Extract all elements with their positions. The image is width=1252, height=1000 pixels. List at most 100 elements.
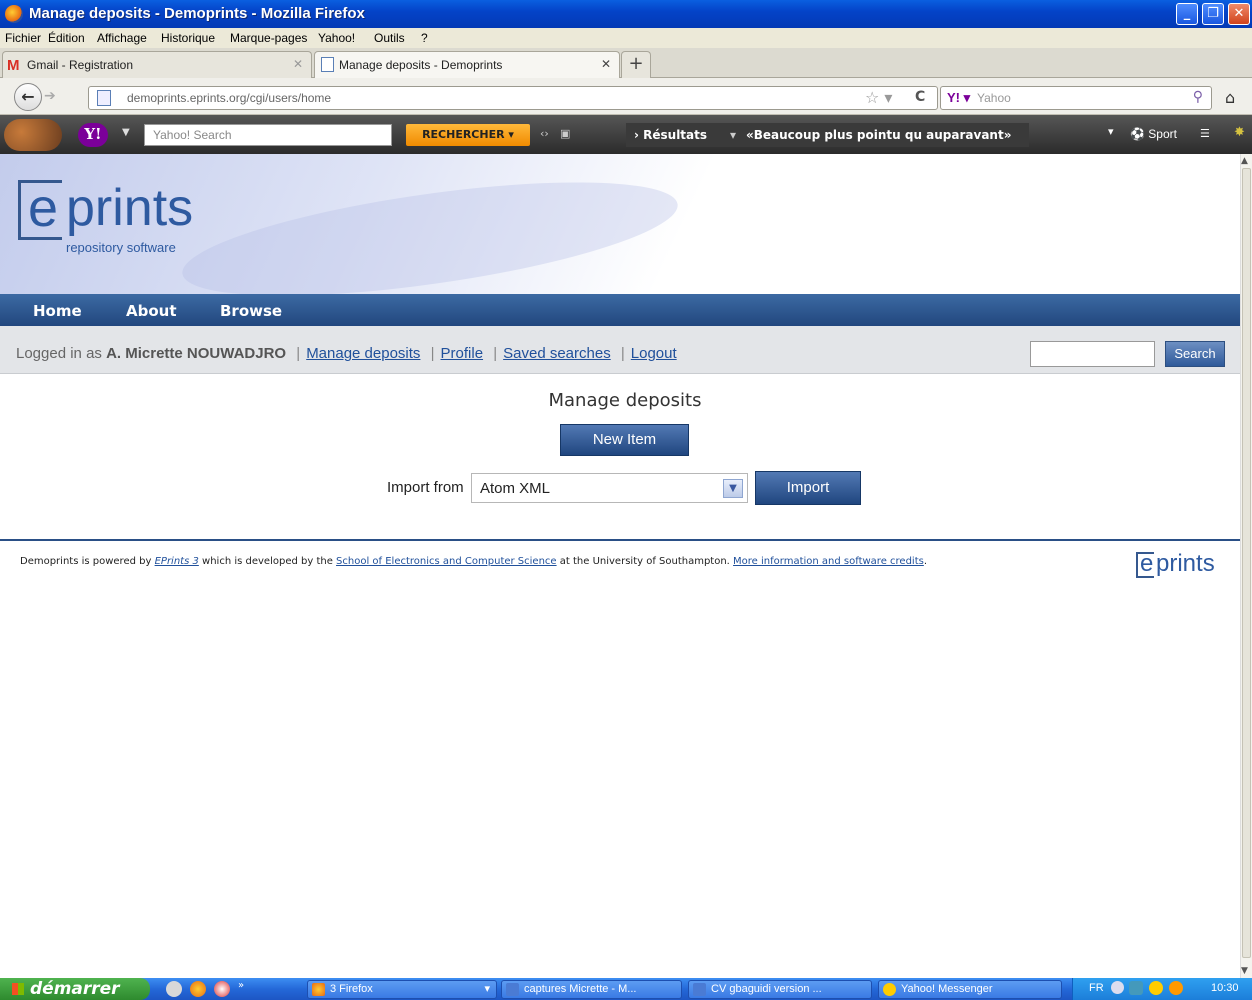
user-bar: Logged in as A. Micrette NOUWADJRO | Mana… [0,326,1240,374]
windows-flag-icon [12,983,24,995]
back-button[interactable]: ← [14,83,42,111]
chevron-down-icon[interactable]: ▾ [1108,125,1114,138]
start-button[interactable]: démarrer [0,978,150,1000]
logo-text: prints [1156,550,1215,577]
site-nav: Home About Browse [0,294,1240,326]
yahoo-icon[interactable]: Y! ▾ [947,90,970,106]
yahoo-logo-icon[interactable]: Y! [78,123,108,147]
credits-link[interactable]: More information and software credits [733,556,924,567]
sport-label[interactable]: ⚽ Sport [1130,127,1177,141]
scroll-down-icon[interactable]: ▼ [1241,966,1248,976]
language-indicator[interactable]: FR [1089,982,1104,994]
import-label: Import from [387,479,464,496]
logo-subtitle: repository software [66,240,176,255]
gmail-icon: M [7,57,20,74]
minimize-button[interactable]: _ [1176,3,1198,25]
footer-text-3: at the University of Southampton. [559,556,730,567]
link-profile[interactable]: Profile [441,345,484,362]
list-icon[interactable]: ☰ [1200,127,1210,140]
rechercher-button[interactable]: RECHERCHER ▾ [406,124,530,146]
network-icon[interactable] [1129,981,1143,995]
taskbar-label: CV gbaguidi version ... [711,983,822,995]
eprints-link[interactable]: EPrints 3 [155,556,199,567]
link-logout[interactable]: Logout [631,345,677,362]
arrows-icon[interactable]: ‹› [540,127,549,140]
menu-historique[interactable]: Historique [161,31,215,45]
new-item-button[interactable]: New Item [560,424,689,456]
link-saved-searches[interactable]: Saved searches [503,345,611,362]
window-title-bar: Manage deposits - Demoprints - Mozilla F… [0,0,1252,28]
quicklaunch-app-icon[interactable] [214,981,230,997]
taskbar-yahoo-messenger[interactable]: Yahoo! Messenger [878,980,1062,999]
firefox-icon [312,983,325,996]
messenger-icon[interactable] [1149,981,1163,995]
search-engine-box[interactable]: Y! ▾ Yahoo ⚲ [940,86,1212,110]
tab-manage-deposits[interactable]: Manage deposits - Demoprints ✕ [314,51,620,78]
vertical-scrollbar[interactable]: ▲ ▼ [1240,154,1252,978]
quicklaunch-ie-icon[interactable] [166,981,182,997]
import-format-select[interactable]: Atom XML ▼ [471,473,748,503]
page-content: e prints repository software Home About … [0,154,1240,978]
taskbar-label: captures Micrette - M... [524,983,637,995]
page-icon [97,90,111,106]
menu-affichage[interactable]: Affichage [97,31,147,45]
reload-icon[interactable]: C [915,89,925,105]
dropdown-icon[interactable]: ▣ [560,127,570,140]
menu-edition[interactable]: Édition [48,31,85,45]
footer-text-2: which is developed by the [202,556,333,567]
maximize-button[interactable]: ❐ [1202,3,1224,25]
school-link[interactable]: School of Electronics and Computer Scien… [336,556,557,567]
quicklaunch-firefox-icon[interactable] [190,981,206,997]
notification-icon[interactable] [1169,981,1183,995]
nav-about[interactable]: About [126,302,177,320]
url-bar[interactable]: demoprints.eprints.org/cgi/users/home ☆ … [88,86,938,110]
clock[interactable]: 10:30 [1211,982,1239,994]
windows-taskbar: démarrer » 3 Firefox ▾ captures Micrette … [0,978,1252,1000]
close-tab-icon[interactable]: ✕ [293,57,303,71]
new-tab-button[interactable]: + [621,51,651,78]
word-icon [693,983,706,996]
login-status: Logged in as A. Micrette NOUWADJRO | Mana… [16,345,677,362]
news-ticker[interactable]: › Résultats ▾ «Beaucoup plus pointu qu a… [626,123,1029,147]
site-search-input[interactable] [1030,341,1155,367]
yahoo-search-input[interactable]: Yahoo! Search [144,124,392,146]
menu-fichier[interactable]: Fichier [5,31,41,45]
menu-outils[interactable]: Outils [374,31,405,45]
window-title: Manage deposits - Demoprints - Mozilla F… [29,5,365,22]
news-headline: «Beaucoup plus pointu qu auparavant» [746,128,1012,142]
footer-divider [0,539,1240,541]
import-button[interactable]: Import [755,471,861,505]
gear-icon[interactable]: ✸ [1234,125,1245,140]
search-icon[interactable]: ⚲ [1193,89,1203,105]
site-search-button[interactable]: Search [1165,341,1225,367]
close-button[interactable]: ✕ [1228,3,1250,25]
nav-browse[interactable]: Browse [220,302,282,320]
taskbar-firefox[interactable]: 3 Firefox ▾ [307,980,497,999]
chevron-down-icon: ▾ [730,128,737,142]
page-title: Manage deposits [548,390,702,411]
close-tab-icon[interactable]: ✕ [601,57,611,71]
tab-gmail[interactable]: M Gmail - Registration ✕ [2,51,312,78]
taskbar-word-captures[interactable]: captures Micrette - M... [501,980,682,999]
forward-button[interactable]: ➔ [44,88,56,104]
scroll-up-icon[interactable]: ▲ [1241,156,1248,166]
menu-marque-pages[interactable]: Marque-pages [230,31,307,45]
tray-chevron-icon[interactable] [1111,981,1124,994]
separator: | [430,345,435,362]
nav-home[interactable]: Home [33,302,82,320]
navigation-bar: ← ➔ demoprints.eprints.org/cgi/users/hom… [0,78,1252,115]
chevron-down-icon[interactable]: ▼ [122,127,130,138]
link-manage-deposits[interactable]: Manage deposits [306,345,420,362]
bookmark-star-icon[interactable]: ☆ ▾ [865,88,892,107]
footer-text: Demoprints is powered by EPrints 3 which… [20,556,927,567]
more-quicklaunch-icon[interactable]: » [238,980,244,991]
rechercher-label: RECHERCHER [422,128,505,141]
taskbar-word-cv[interactable]: CV gbaguidi version ... [688,980,872,999]
menu-yahoo[interactable]: Yahoo! [318,31,355,45]
menu-help[interactable]: ? [421,31,428,45]
chevron-down-icon[interactable]: ▼ [723,479,743,498]
home-icon[interactable]: ⌂ [1225,88,1235,107]
url-text: demoprints.eprints.org/cgi/users/home [127,91,332,105]
scrollbar-thumb[interactable] [1242,168,1251,958]
separator: | [296,345,301,362]
